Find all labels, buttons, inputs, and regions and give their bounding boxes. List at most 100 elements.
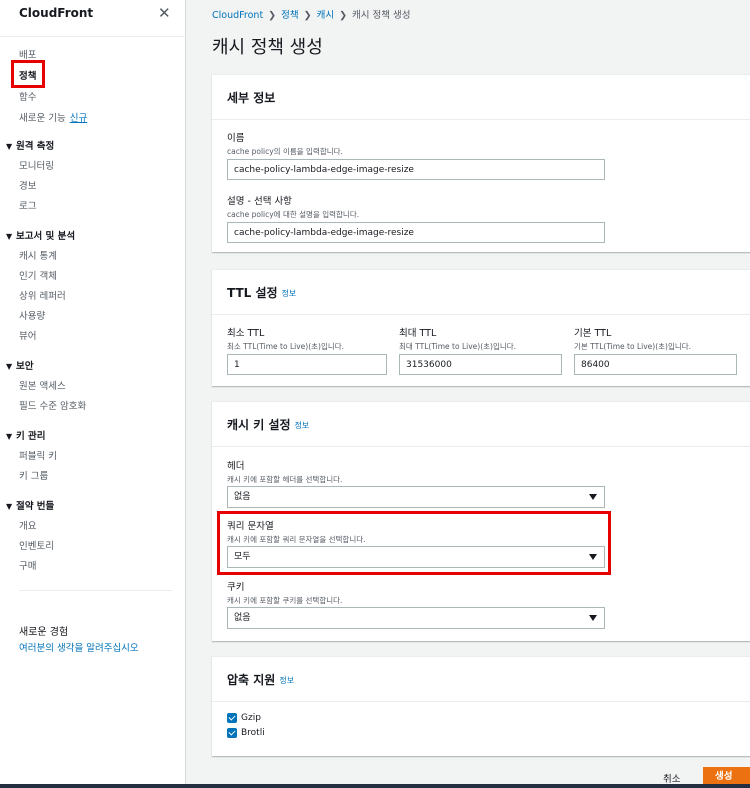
breadcrumb: CloudFront ❯ 정책 ❯ 캐시 ❯ 캐시 정책 생성 (212, 7, 411, 21)
close-icon[interactable]: ✕ (158, 4, 171, 22)
min-ttl-field: 최소 TTL 최소 TTL(Time to Live)(초)입니다. (227, 325, 344, 352)
compression-info-link[interactable]: 정보 (279, 675, 294, 686)
chevron-right-icon: ❯ (303, 10, 312, 21)
sidebar-divider (0, 36, 186, 37)
sidebar-item-origin-access[interactable]: 원본 액세스 (19, 378, 66, 392)
description-input[interactable] (227, 222, 605, 243)
sidebar-item-key-groups[interactable]: 키 그룹 (19, 468, 48, 482)
sidebar-item-cache-statistics[interactable]: 캐시 통계 (19, 248, 57, 262)
cookies-select-value: 없음 (234, 613, 251, 623)
ttl-info-link[interactable]: 정보 (282, 288, 297, 299)
name-description: cache policy의 이름을 입력합니다. (227, 147, 343, 156)
max-ttl-input[interactable] (399, 354, 562, 375)
name-field: 이름 cache policy의 이름을 입력합니다. (227, 130, 343, 157)
cancel-button[interactable]: 취소 (663, 771, 680, 785)
cookies-select[interactable]: 없음 (227, 607, 605, 629)
brotli-checkbox[interactable] (227, 728, 237, 738)
whats-new-label: 새로운 기능 (19, 113, 66, 124)
sidebar-item-usage[interactable]: 사용량 (19, 308, 45, 322)
default-ttl-field: 기본 TTL 기본 TTL(Time to Live)(초)입니다. (574, 325, 691, 352)
min-ttl-label: 최소 TTL (227, 328, 265, 339)
query-strings-highlight-box (217, 511, 611, 575)
sidebar-item-alarms[interactable]: 경보 (19, 178, 36, 192)
sidebar-item-viewers[interactable]: 뷰어 (19, 328, 36, 342)
caret-down-icon: ▼ (6, 502, 13, 511)
sidebar-section-reports[interactable]: ▼ 보고서 및 분석 (6, 228, 75, 242)
headers-select-value: 없음 (234, 492, 251, 502)
compression-panel: 압축 지원 정보 Gzip Brotli (212, 656, 750, 756)
section-title: 보고서 및 분석 (16, 231, 76, 242)
sidebar: CloudFront ✕ 배포 정책 함수 새로운 기능 신규 ▼ 원격 측정 모니… (0, 0, 186, 784)
default-ttl-label: 기본 TTL (574, 328, 612, 339)
caret-down-icon: ▼ (6, 432, 13, 441)
sidebar-title[interactable]: CloudFront (19, 6, 93, 20)
min-ttl-input[interactable] (227, 354, 387, 375)
cookies-description: 캐시 키에 포함할 쿠키를 선택합니다. (227, 596, 343, 605)
details-title: 세부 정보 (227, 90, 276, 105)
cache-key-header: 캐시 키 설정 정보 (212, 402, 750, 447)
caret-down-icon (589, 615, 597, 621)
default-ttl-input[interactable] (574, 354, 737, 375)
new-badge[interactable]: 신규 (70, 113, 87, 124)
caret-down-icon: ▼ (6, 232, 13, 241)
feedback-title: 새로운 경험 (19, 627, 69, 638)
caret-down-icon: ▼ (6, 362, 13, 371)
sidebar-item-top-referrers[interactable]: 상위 레퍼러 (19, 288, 66, 302)
caret-down-icon (589, 494, 597, 500)
chevron-right-icon: ❯ (339, 10, 348, 21)
max-ttl-description: 최대 TTL(Time to Live)(초)입니다. (399, 342, 517, 351)
sidebar-item-popular-objects[interactable]: 인기 객체 (19, 268, 57, 282)
breadcrumb-cache[interactable]: 캐시 (317, 10, 334, 21)
name-input[interactable] (227, 159, 605, 180)
details-panel: 세부 정보 이름 cache policy의 이름을 입력합니다. 설명 - 선… (212, 74, 750, 252)
sidebar-item-purchase[interactable]: 구매 (19, 558, 36, 572)
sidebar-item-inventory[interactable]: 인벤토리 (19, 538, 54, 552)
brotli-option[interactable]: Brotli (227, 728, 265, 738)
section-title: 보안 (16, 361, 34, 372)
sidebar-item-overview[interactable]: 개요 (19, 518, 36, 532)
compression-title: 압축 지원 (227, 672, 276, 687)
sidebar-section-key-management[interactable]: ▼ 키 관리 (6, 428, 46, 442)
description-label: 설명 - 선택 사항 (227, 196, 292, 207)
cookies-label: 쿠키 (227, 582, 245, 593)
sidebar-item-field-level-encryption[interactable]: 필드 수준 암호화 (19, 398, 86, 412)
min-ttl-description: 최소 TTL(Time to Live)(초)입니다. (227, 342, 345, 351)
ttl-title: TTL 설정 (227, 285, 278, 300)
cache-key-title: 캐시 키 설정 (227, 417, 291, 432)
policy-highlight-box (11, 60, 45, 88)
sidebar-item-distributions[interactable]: 배포 (19, 47, 36, 61)
headers-description: 캐시 키에 포함할 헤더를 선택합니다. (227, 475, 343, 484)
ttl-panel: TTL 설정 정보 최소 TTL 최소 TTL(Time to Live)(초)입… (212, 269, 750, 386)
breadcrumb-current: 캐시 정책 생성 (352, 10, 411, 21)
ttl-header: TTL 설정 정보 (212, 270, 750, 315)
section-title: 원격 측정 (16, 141, 55, 152)
sidebar-divider (19, 590, 172, 591)
headers-select[interactable]: 없음 (227, 486, 605, 508)
caret-down-icon: ▼ (6, 142, 13, 151)
gzip-option[interactable]: Gzip (227, 713, 261, 723)
breadcrumb-cloudfront[interactable]: CloudFront (212, 10, 263, 21)
sidebar-item-whats-new[interactable]: 새로운 기능 신규 (19, 110, 87, 124)
sidebar-item-monitoring[interactable]: 모니터링 (19, 158, 54, 172)
sidebar-item-public-keys[interactable]: 퍼블릭 키 (19, 448, 57, 462)
sidebar-section-security[interactable]: ▼ 보안 (6, 358, 33, 372)
gzip-label: Gzip (241, 713, 261, 723)
brotli-label: Brotli (241, 728, 265, 738)
max-ttl-field: 최대 TTL 최대 TTL(Time to Live)(초)입니다. (399, 325, 516, 352)
sidebar-section-savings-bundle[interactable]: ▼ 절약 번들 (6, 498, 54, 512)
details-header: 세부 정보 (212, 75, 750, 120)
section-title: 키 관리 (16, 431, 46, 442)
feedback-link[interactable]: 여러분의 생각을 알려주십시오 (19, 640, 139, 654)
breadcrumb-policies[interactable]: 정책 (281, 10, 298, 21)
sidebar-item-functions[interactable]: 함수 (19, 89, 36, 103)
sidebar-item-logs[interactable]: 로그 (19, 198, 36, 212)
headers-label: 헤더 (227, 461, 245, 472)
page-title: 캐시 정책 생성 (212, 37, 323, 58)
cache-key-info-link[interactable]: 정보 (295, 420, 310, 431)
gzip-checkbox[interactable] (227, 713, 237, 723)
default-ttl-description: 기본 TTL(Time to Live)(초)입니다. (574, 342, 692, 351)
description-description: cache policy에 대한 설명을 입력합니다. (227, 210, 360, 219)
main-content: CloudFront ❯ 정책 ❯ 캐시 ❯ 캐시 정책 생성 캐시 정책 생성 세부 정보… (187, 0, 750, 784)
headers-field: 헤더 캐시 키에 포함할 헤더를 선택합니다. (227, 458, 342, 485)
sidebar-section-telemetry[interactable]: ▼ 원격 측정 (6, 138, 54, 152)
